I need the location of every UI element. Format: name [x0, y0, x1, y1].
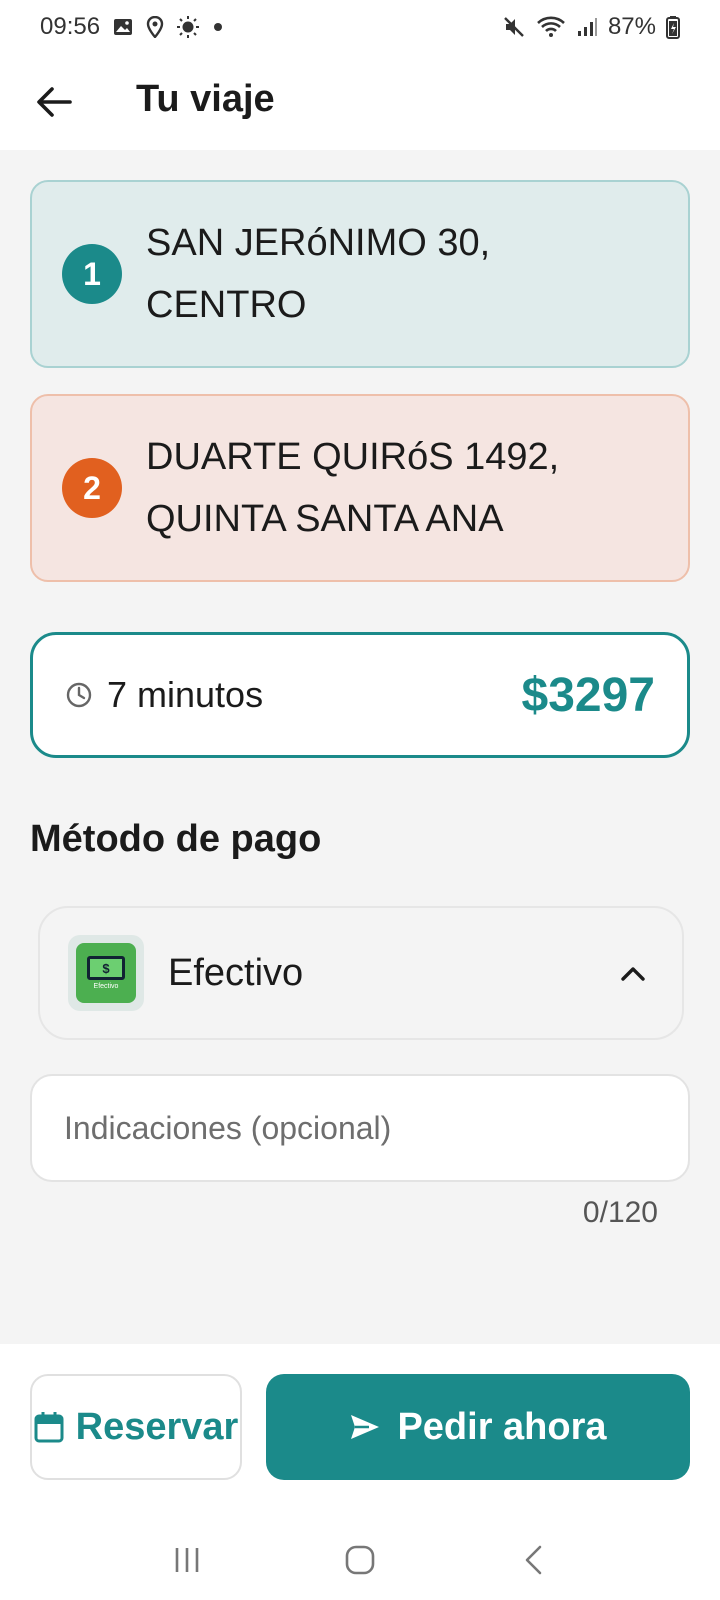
home-icon[interactable]	[330, 1535, 390, 1585]
notes-field[interactable]	[30, 1074, 690, 1182]
bottom-action-bar: Reservar Pedir ahora	[0, 1344, 720, 1600]
recents-icon[interactable]	[157, 1535, 217, 1585]
destination-address: DUARTE QUIRóS 1492, QUINTA SANTA ANA	[146, 426, 686, 550]
status-right: 87%	[502, 13, 680, 41]
notes-input[interactable]	[64, 1109, 656, 1147]
back-button[interactable]	[28, 76, 80, 128]
destination-address-line1: DUARTE QUIRóS 1492,	[146, 436, 560, 478]
destination-card[interactable]: 2 DUARTE QUIRóS 1492, QUINTA SANTA ANA	[30, 394, 690, 582]
chevron-up-icon[interactable]	[620, 964, 646, 982]
location-icon	[146, 16, 164, 38]
page-title: Tu viaje	[136, 78, 275, 120]
payment-section-title: Método de pago	[30, 818, 322, 860]
battery-percent: 87%	[607, 13, 656, 40]
mute-icon	[502, 15, 526, 39]
reserve-label: Reservar	[75, 1405, 239, 1448]
trip-summary: 7 minutos $3297	[30, 632, 690, 758]
origin-address: SAN JERóNIMO 30, CENTRO	[146, 212, 686, 336]
origin-address-line1: SAN JERóNIMO 30,	[146, 222, 491, 264]
request-now-label: Pedir ahora	[397, 1405, 607, 1448]
character-counter: 0/120	[582, 1196, 658, 1229]
reserve-button[interactable]: Reservar	[30, 1374, 242, 1480]
request-now-button[interactable]: Pedir ahora	[266, 1374, 690, 1480]
trip-price: $3297	[521, 668, 655, 722]
stop-number-badge: 2	[62, 458, 122, 518]
battery-icon	[666, 15, 680, 39]
brightness-icon	[176, 15, 200, 39]
cash-icon-caption: Efectivo	[93, 983, 119, 990]
payment-method-selector[interactable]: $ Efectivo Efectivo	[38, 906, 684, 1040]
signal-icon	[576, 16, 598, 38]
system-nav-bar	[0, 1520, 720, 1600]
trip-duration: 7 minutos	[65, 674, 263, 716]
origin-address-line2: CENTRO	[146, 284, 307, 326]
dot-icon	[212, 21, 224, 33]
origin-card[interactable]: 1 SAN JERóNIMO 30, CENTRO	[30, 180, 690, 368]
cash-icon: $ Efectivo	[68, 935, 144, 1011]
wifi-icon	[536, 15, 566, 39]
back-icon[interactable]	[503, 1535, 563, 1585]
duration-text: 7 minutos	[107, 674, 264, 715]
image-icon	[112, 16, 134, 38]
status-left: 09:56	[40, 13, 224, 41]
calendar-icon	[34, 1412, 64, 1443]
stop-number-badge: 1	[62, 244, 122, 304]
destination-address-line2: QUINTA SANTA ANA	[146, 498, 504, 540]
status-bar: 09:56 87%	[0, 0, 720, 54]
clock-icon	[66, 682, 92, 708]
send-icon	[351, 1415, 380, 1439]
payment-method-label: Efectivo	[168, 951, 304, 994]
app-bar: Tu viaje	[0, 54, 720, 150]
arrow-left-icon	[37, 87, 72, 117]
status-time: 09:56	[40, 13, 101, 40]
